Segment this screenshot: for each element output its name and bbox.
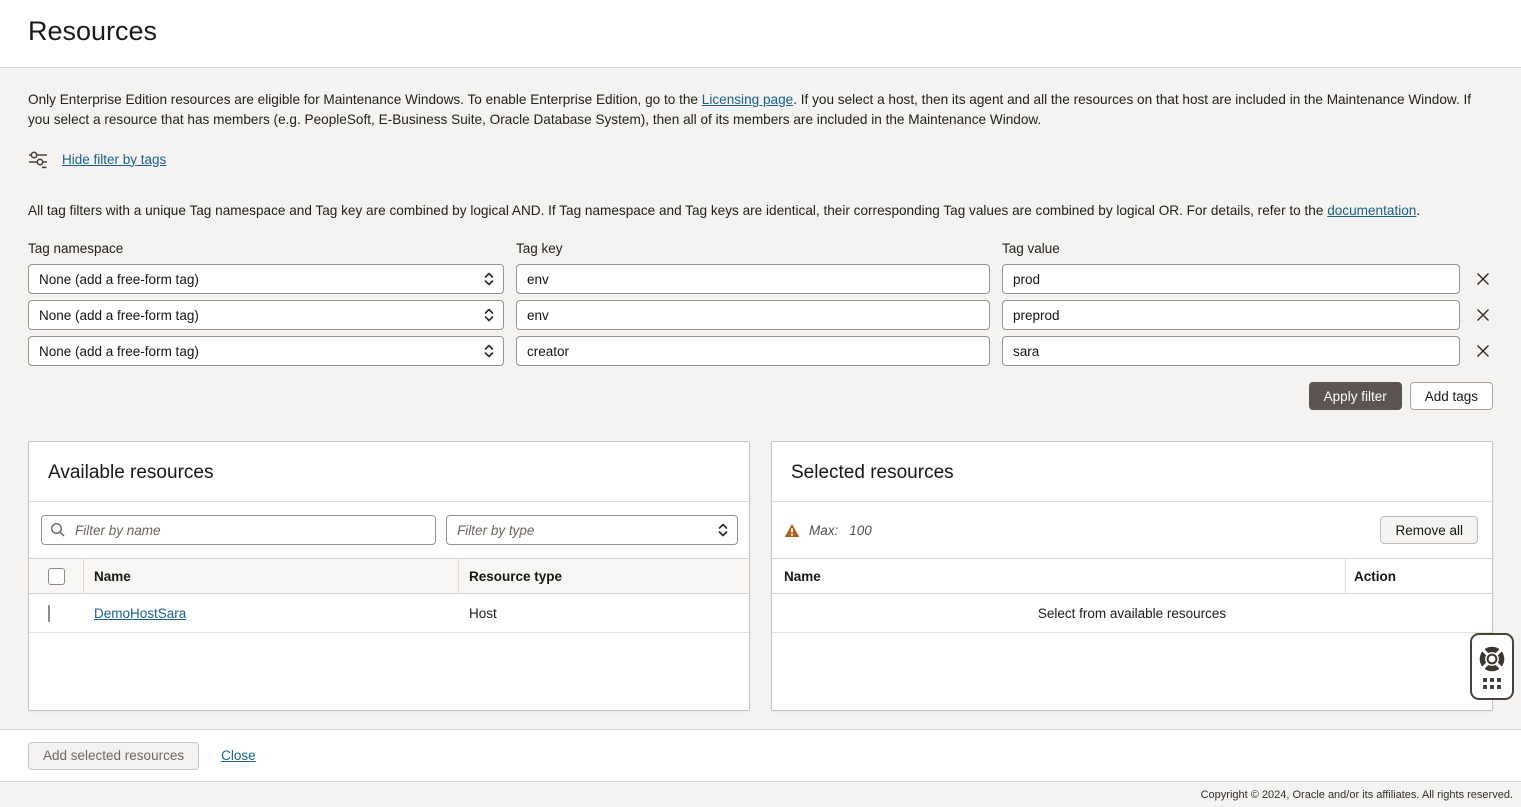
max-label: Max: [809, 523, 838, 538]
tag-info-text-after: . [1416, 203, 1420, 218]
remove-all-button[interactable]: Remove all [1380, 516, 1478, 544]
tag-namespace-value-1: None (add a free-form tag) [39, 272, 199, 287]
select-all-header-cell [29, 559, 84, 593]
selected-empty-message: Select from available resources [772, 594, 1492, 633]
close-link[interactable]: Close [221, 748, 256, 763]
filter-by-type-placeholder: Filter by type [457, 523, 534, 538]
selected-toolbar: Max: 100 Remove all [772, 502, 1492, 558]
page-title: Resources [28, 16, 1493, 47]
hide-filter-by-tags-link[interactable]: Hide filter by tags [62, 152, 166, 167]
resource-panels: Available resources Filter by type Name … [28, 441, 1493, 711]
page-header: Resources [0, 0, 1521, 68]
tag-value-input-1[interactable] [1002, 264, 1460, 294]
tag-namespace-value-2: None (add a free-form tag) [39, 308, 199, 323]
available-toolbar: Filter by type [29, 502, 749, 558]
resource-type-cell: Host [459, 606, 749, 621]
action-column-header: Action [1346, 559, 1492, 593]
available-table-header: Name Resource type [29, 558, 749, 594]
tag-namespace-label: Tag namespace [28, 241, 504, 258]
row-checkbox[interactable] [48, 605, 50, 622]
tag-info-text-before: All tag filters with a unique Tag namesp… [28, 203, 1327, 218]
tag-key-input-1[interactable] [516, 264, 990, 294]
apply-filter-button[interactable]: Apply filter [1309, 382, 1402, 410]
tag-info-paragraph: All tag filters with a unique Tag namesp… [28, 201, 1493, 221]
remove-tag-filter-button-1[interactable] [1473, 269, 1493, 289]
add-selected-resources-button[interactable]: Add selected resources [28, 742, 199, 770]
intro-paragraph: Only Enterprise Edition resources are el… [28, 90, 1493, 130]
table-row: DemoHostSara Host [29, 594, 749, 633]
available-resources-title: Available resources [29, 442, 749, 502]
max-value: 100 [849, 523, 872, 538]
documentation-link[interactable]: documentation [1327, 203, 1416, 218]
tag-namespace-value-3: None (add a free-form tag) [39, 344, 199, 359]
resource-type-column-header: Resource type [459, 559, 749, 593]
content: Only Enterprise Edition resources are el… [0, 90, 1521, 711]
life-ring-icon [1478, 645, 1506, 673]
chevron-updown-icon [484, 270, 494, 288]
copyright-text: Copyright © 2024, Oracle and/or its affi… [1201, 789, 1513, 801]
filter-toggle-row: Hide filter by tags [28, 148, 1493, 170]
chevron-updown-icon [484, 342, 494, 360]
tag-key-input-2[interactable] [516, 300, 990, 330]
page-footer: Copyright © 2024, Oracle and/or its affi… [0, 781, 1521, 807]
remove-tag-filter-button-2[interactable] [1473, 305, 1493, 325]
search-icon [50, 522, 66, 538]
tag-namespace-select-1[interactable]: None (add a free-form tag) [28, 264, 504, 294]
close-x-icon [1475, 307, 1491, 323]
intro-text-before: Only Enterprise Edition resources are el… [28, 92, 702, 107]
tag-key-input-3[interactable] [516, 336, 990, 366]
chevron-updown-icon [484, 306, 494, 324]
remove-tag-filter-button-3[interactable] [1473, 341, 1493, 361]
tag-value-input-3[interactable] [1002, 336, 1460, 366]
close-x-icon [1475, 343, 1491, 359]
filter-by-name-wrap [41, 515, 436, 545]
add-tags-button[interactable]: Add tags [1410, 382, 1493, 410]
tag-key-label: Tag key [516, 241, 990, 258]
chevron-updown-icon [718, 521, 728, 539]
close-x-icon [1475, 271, 1491, 287]
available-resources-panel: Available resources Filter by type Name … [28, 441, 750, 711]
filter-actions: Apply filter Add tags [28, 382, 1493, 410]
help-widget[interactable] [1470, 633, 1514, 700]
selected-table-header: Name Action [772, 558, 1492, 594]
licensing-page-link[interactable]: Licensing page [702, 92, 793, 107]
filter-sliders-icon [28, 149, 48, 169]
select-all-checkbox[interactable] [48, 568, 65, 585]
tag-namespace-select-3[interactable]: None (add a free-form tag) [28, 336, 504, 366]
max-indicator: Max: 100 [784, 523, 872, 538]
name-column-header: Name [84, 559, 459, 593]
tag-filter-grid: Tag namespace Tag key Tag value None (ad… [28, 241, 1493, 366]
tag-namespace-select-2[interactable]: None (add a free-form tag) [28, 300, 504, 330]
selected-resources-panel: Selected resources Max: 100 Remove all N… [771, 441, 1493, 711]
filter-by-type-select[interactable]: Filter by type [446, 515, 738, 545]
tag-value-label: Tag value [1002, 241, 1460, 258]
resource-name-link[interactable]: DemoHostSara [94, 606, 186, 621]
filter-by-name-input[interactable] [41, 515, 436, 545]
selected-resources-title: Selected resources [772, 442, 1492, 502]
tag-value-input-2[interactable] [1002, 300, 1460, 330]
grid-dots-icon [1483, 678, 1501, 689]
bottom-action-bar: Add selected resources Close [0, 729, 1521, 781]
warning-triangle-icon [784, 523, 800, 538]
selected-name-column-header: Name [772, 559, 1346, 593]
